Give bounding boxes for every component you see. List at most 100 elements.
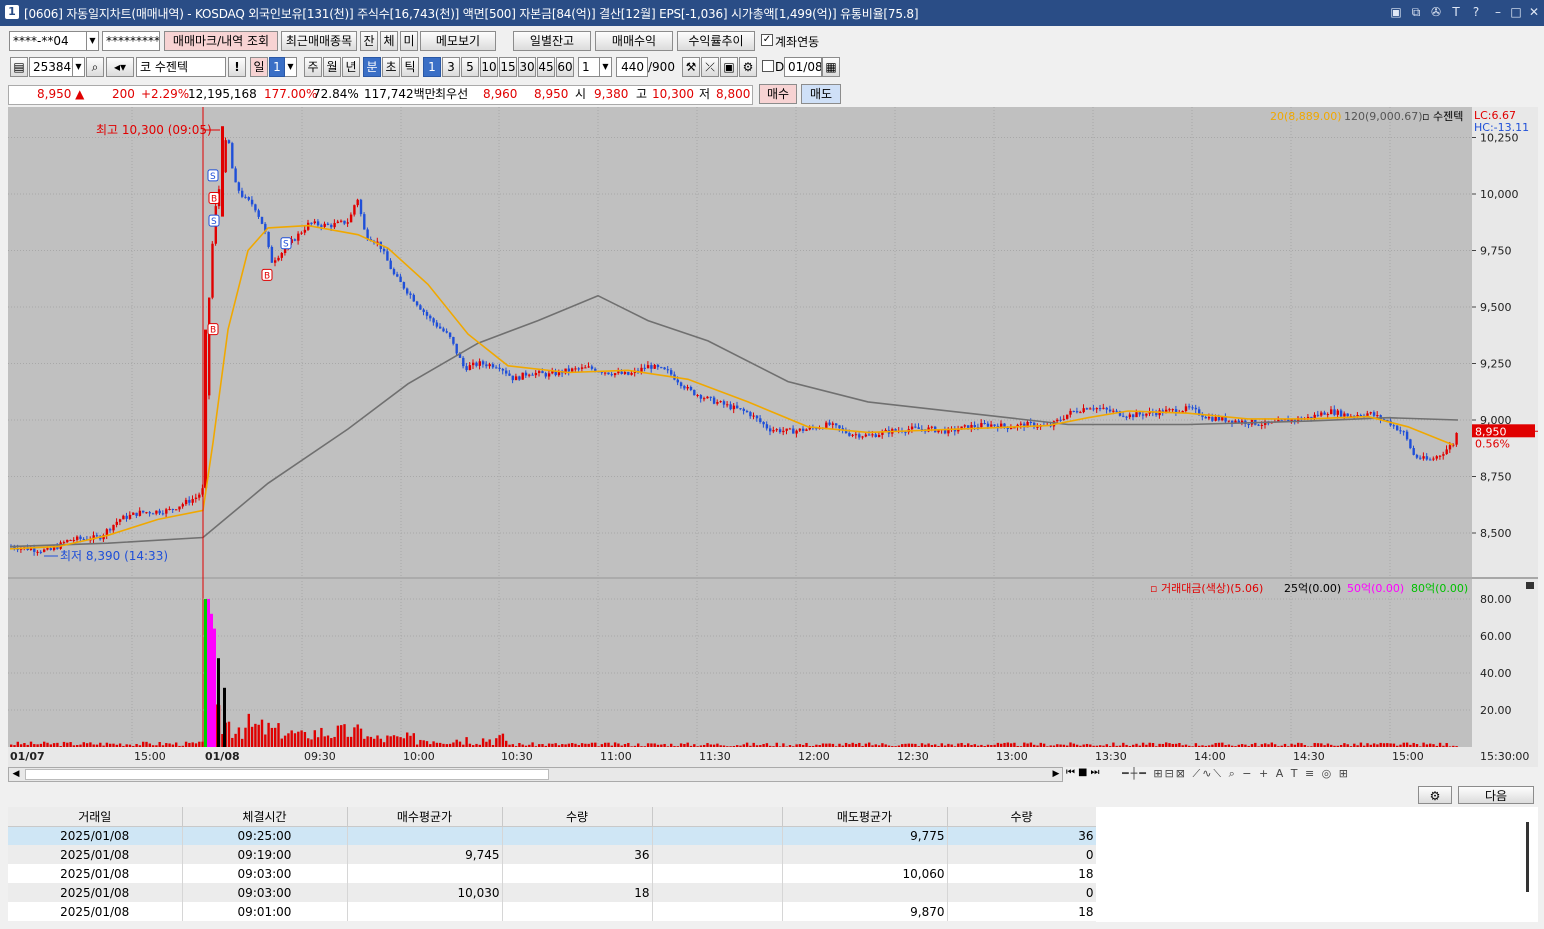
stock-name-field[interactable]: 코 수젠텍 [136,57,226,77]
scroll-right-icon[interactable]: ▶ [1049,768,1063,781]
recent-trades-button[interactable]: 최근매매종목 [281,31,357,51]
balance-tab[interactable]: 잔 [360,31,378,51]
memo-view-button[interactable]: 메모보기 [420,31,496,51]
trade-profit-button[interactable]: 매매수익 [595,31,673,51]
period-minute-button[interactable]: 분 [363,57,381,77]
volume-bar [1247,745,1250,747]
candle-body [1214,416,1217,421]
date-checkbox[interactable] [762,60,774,72]
period-tick-button[interactable]: 틱 [401,57,419,77]
drawing-tools-toolbar[interactable]: ━┼━ ⊞⊟⊠ ⟋∿⟍ ⌕ − + A T ≡ ◎ ⊞ [1122,767,1537,782]
column-header[interactable]: 체결시간 [182,807,348,827]
period-year-button[interactable]: 년 [342,57,360,77]
volume-bar [739,745,742,747]
date-field[interactable]: 01/08 [784,57,822,77]
tool-trend-icon[interactable]: ⤫ [701,57,719,77]
candle-body [386,251,389,261]
table-row[interactable]: 2025/01/08 09:19:00 9,745 36 0 [8,845,1097,864]
save-icon[interactable]: ▣ [720,57,738,77]
table-row[interactable]: 2025/01/08 09:03:00 10,060 18 [8,864,1097,883]
volume-bar [1148,742,1151,747]
volume-bar [828,743,831,747]
minute-option-1[interactable]: 1 [423,57,441,77]
gear-icon[interactable]: ⚙ [739,57,757,77]
multiplier-field[interactable]: 1 [578,57,600,77]
font-icon[interactable]: T [1448,4,1464,20]
volume-bar [683,743,686,747]
volume-bar [983,746,986,747]
table-row[interactable]: 2025/01/08 09:03:00 10,030 18 0 [8,883,1097,902]
column-header[interactable]: 매수평균가 [347,807,503,827]
time-axis-label: 01/07 [10,750,45,763]
password-field[interactable]: ********* [102,31,160,51]
volume-bar [785,746,788,747]
return-trend-button[interactable]: 수익률추이 [677,31,755,51]
table-row[interactable]: 2025/01/08 09:25:00 9,775 36 [8,826,1097,845]
next-button[interactable]: 다음 [1458,786,1534,804]
sell-button[interactable]: 매도 [801,84,841,104]
settings-icon[interactable]: ⚙ [1418,786,1452,804]
stock-code-dropdown[interactable]: ▼ [73,57,85,77]
link-icon[interactable]: ▣ [1388,4,1404,20]
table-scrollbar[interactable] [1526,822,1529,892]
account-field[interactable]: ****-**04 [9,31,87,51]
multiplier-dropdown[interactable]: ▼ [600,57,612,77]
chart-scrollbar[interactable]: ◀ ▶ [8,767,1063,782]
chart-area[interactable]: 10,250 10,000 9,750 9,500 9,250 9,000 8,750 8,5… [8,107,1538,767]
minute-option-30[interactable]: 30 [518,57,536,77]
tool-indicator-icon[interactable]: ⚒ [682,57,700,77]
restore-icon[interactable]: ⧉ [1408,4,1424,20]
period-day-button[interactable]: 일 [250,57,268,77]
bar-count-field[interactable]: 440 [616,57,648,77]
period-month-button[interactable]: 월 [323,57,341,77]
minute-option-5[interactable]: 5 [461,57,479,77]
minute-option-10[interactable]: 10 [480,57,498,77]
unexecuted-tab[interactable]: 미 [400,31,418,51]
playback-controls[interactable]: ⏮■⏭ [1066,767,1118,782]
stock-code-input[interactable]: 253840 [29,57,73,77]
account-link-checkbox[interactable]: ✓ [761,34,773,46]
executed-tab[interactable]: 체 [380,31,398,51]
trade-history-table[interactable]: 거래일 체결시간 매수평균가 수량 매도평균가 수량 2025/01/08 09:25:00… [8,807,1097,921]
candle-body [1171,409,1174,411]
minute-option-3[interactable]: 3 [442,57,460,77]
search-icon[interactable]: ⌕ [86,57,104,77]
chart-menu-icon[interactable]: ▤ [10,57,28,77]
candle-body [524,372,528,376]
column-header[interactable]: 수량 [947,807,1097,827]
period-day-value[interactable]: 1 [269,57,285,77]
period-second-button[interactable]: 초 [382,57,400,77]
minute-option-45[interactable]: 45 [537,57,555,77]
column-header[interactable]: 수량 [502,807,653,827]
daily-balance-button[interactable]: 일별잔고 [513,31,591,51]
calendar-icon[interactable]: ▦ [822,57,840,77]
account-dropdown[interactable]: ▼ [87,31,99,51]
minute-option-15[interactable]: 15 [499,57,517,77]
help-icon[interactable]: ? [1468,4,1484,20]
chart-svg[interactable]: 10,25010,0009,7509,5009,2509,0008,7508,5… [8,107,1538,767]
column-header[interactable]: 거래일 [8,807,183,827]
pin-icon[interactable]: ✇ [1428,4,1444,20]
sound-icon[interactable]: ◂▾ [106,57,134,77]
candle-body [402,282,406,289]
candle-body [105,529,109,536]
buy-button[interactable]: 매수 [759,84,797,104]
period-day-dropdown[interactable]: ▼ [285,57,297,77]
maximize-icon[interactable]: □ [1508,4,1524,20]
column-header[interactable]: 매도평균가 [782,807,948,827]
close-icon[interactable]: ✕ [1526,4,1542,20]
volume-bar [1227,744,1231,747]
scroll-left-icon[interactable]: ◀ [9,768,23,781]
period-week-button[interactable]: 주 [304,57,322,77]
trade-mark-query-button[interactable]: 매매마크/내역 조회 [164,31,278,51]
scroll-thumb[interactable] [25,769,549,780]
candle-body [1075,411,1079,413]
candle-body [689,386,693,390]
minute-option-60[interactable]: 60 [556,57,574,77]
column-header[interactable] [652,807,783,827]
table-row[interactable]: 2025/01/08 09:01:00 9,870 18 [8,902,1097,921]
minimize-icon[interactable]: – [1490,4,1506,20]
candle-body [590,366,594,369]
warning-button[interactable]: ! [228,57,246,77]
volume-bar [854,743,858,747]
